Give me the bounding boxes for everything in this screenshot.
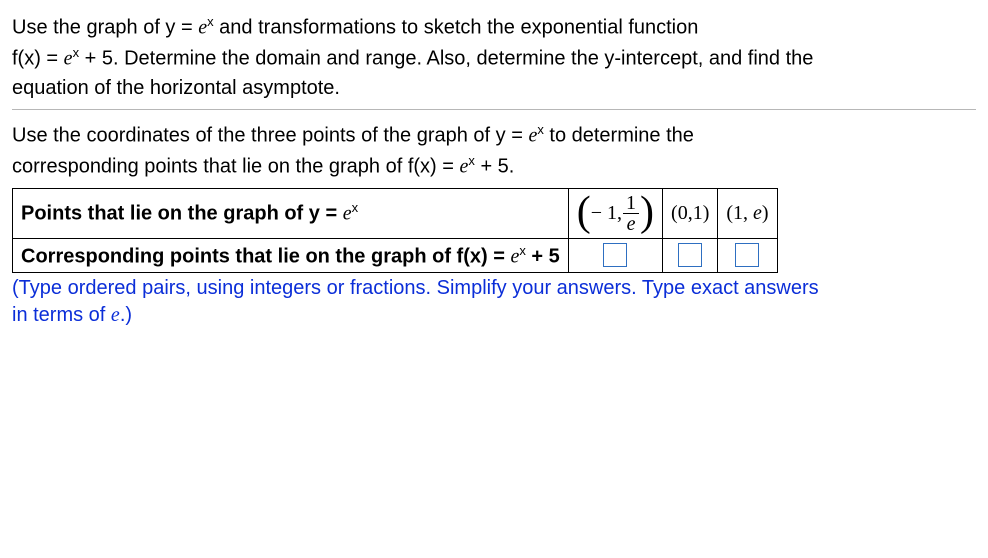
- point-3-b: ): [762, 202, 769, 224]
- e-symbol: e: [64, 47, 73, 69]
- hint-line2b: .): [120, 304, 132, 326]
- e-symbol: e: [111, 304, 120, 326]
- fraction-numerator: 1: [623, 193, 639, 214]
- answer-input-3[interactable]: [735, 243, 759, 267]
- e-symbol: e: [198, 17, 207, 39]
- intro-text-3: equation of the horizontal asymptote.: [12, 77, 340, 99]
- answer-1-cell: [568, 238, 662, 273]
- section-intro: Use the coordinates of the three points …: [12, 120, 976, 181]
- answer-2-cell: [663, 238, 718, 273]
- section-text-1a: Use the coordinates of the three points …: [12, 125, 528, 147]
- divider: [12, 109, 976, 110]
- point-2-text: (0,1): [671, 202, 709, 224]
- e-symbol: e: [510, 245, 519, 267]
- point-3-cell: (1, e): [718, 188, 777, 238]
- hint-line2a: in terms of: [12, 304, 111, 326]
- problem-intro: Use the graph of y = ex and transformati…: [12, 12, 976, 103]
- right-paren: ): [640, 196, 654, 230]
- answer-input-2[interactable]: [678, 243, 702, 267]
- e-symbol: e: [343, 203, 352, 225]
- row2-label-text-b: + 5: [526, 245, 560, 267]
- fraction-denominator: e: [623, 214, 639, 234]
- point-1-cell: ( − 1, 1 e ): [568, 188, 662, 238]
- answer-input-1[interactable]: [603, 243, 627, 267]
- exponent-x: x: [352, 200, 359, 215]
- e-symbol: e: [753, 202, 762, 224]
- row2-label-text: Corresponding points that lie on the gra…: [21, 245, 510, 267]
- section-text-1b: to determine the: [544, 125, 694, 147]
- point-2-cell: (0,1): [663, 188, 718, 238]
- row2-label: Corresponding points that lie on the gra…: [13, 238, 569, 273]
- hint-line1: (Type ordered pairs, using integers or f…: [12, 277, 819, 299]
- point-1-prefix: − 1,: [591, 202, 622, 225]
- points-table: Points that lie on the graph of y = ex (…: [12, 188, 778, 274]
- fraction: 1 e: [623, 193, 639, 234]
- answer-3-cell: [718, 238, 777, 273]
- row1-label-text: Points that lie on the graph of y =: [21, 203, 343, 225]
- e-symbol: e: [528, 125, 537, 147]
- table-row: Corresponding points that lie on the gra…: [13, 238, 778, 273]
- table-row: Points that lie on the graph of y = ex (…: [13, 188, 778, 238]
- intro-text-1b: and transformations to sketch the expone…: [214, 17, 699, 39]
- section-text-2b: + 5.: [475, 156, 514, 178]
- intro-text-2a: f(x) =: [12, 47, 64, 69]
- point-3-a: (1,: [726, 202, 753, 224]
- row1-label: Points that lie on the graph of y = ex: [13, 188, 569, 238]
- intro-text-1: Use the graph of y =: [12, 17, 198, 39]
- intro-text-2b: + 5. Determine the domain and range. Als…: [79, 47, 813, 69]
- left-paren: (: [577, 196, 591, 230]
- answer-hint: (Type ordered pairs, using integers or f…: [12, 275, 976, 329]
- section-text-2a: corresponding points that lie on the gra…: [12, 156, 460, 178]
